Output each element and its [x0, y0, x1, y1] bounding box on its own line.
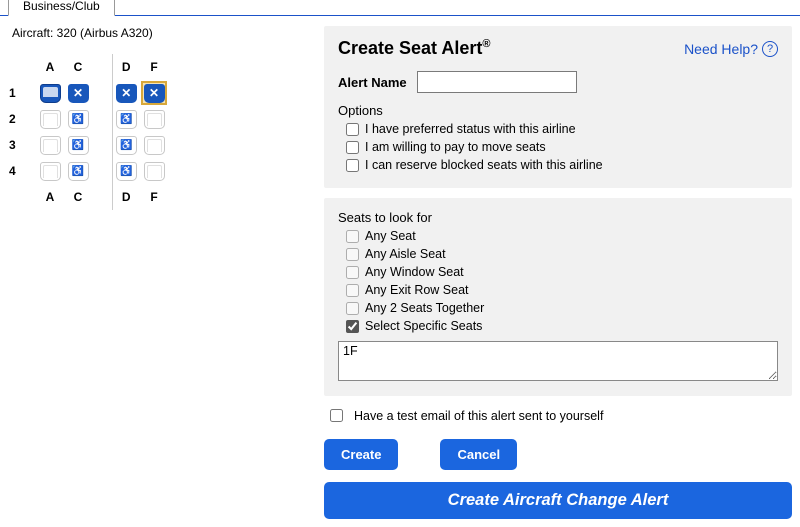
tab-label: Business/Club [23, 0, 100, 13]
row-number: 4 [8, 158, 36, 184]
seat-3C[interactable] [68, 136, 89, 155]
seats-heading: Seats to look for [338, 210, 778, 225]
col-footer: A [36, 184, 64, 210]
seat-filter-checkbox-0[interactable] [346, 230, 359, 243]
alert-name-input[interactable] [417, 71, 577, 93]
option-checkbox-1[interactable] [346, 141, 359, 154]
seat-2A[interactable] [40, 110, 61, 129]
page-title: Create Seat Alert® [338, 38, 491, 59]
aircraft-label: Aircraft: 320 (Airbus A320) [12, 26, 308, 40]
seat-filter-label: Any Window Seat [365, 265, 464, 279]
seat-filter-checkbox-4[interactable] [346, 302, 359, 315]
col-header: D [112, 54, 140, 80]
row-number: 2 [8, 106, 36, 132]
seat-2D[interactable] [116, 110, 137, 129]
row-number: 1 [8, 80, 36, 106]
seat-4F[interactable] [144, 162, 165, 181]
col-header: A [36, 54, 64, 80]
seat-3D[interactable] [116, 136, 137, 155]
seat-2C[interactable] [68, 110, 89, 129]
seat-filter-checkbox-3[interactable] [346, 284, 359, 297]
seat-3F[interactable] [144, 136, 165, 155]
seat-4D[interactable] [116, 162, 137, 181]
specific-seats-input[interactable] [338, 341, 778, 381]
col-header: F [140, 54, 168, 80]
cancel-button[interactable]: Cancel [440, 439, 517, 470]
create-button[interactable]: Create [324, 439, 398, 470]
col-footer: D [112, 184, 140, 210]
test-email-label: Have a test email of this alert sent to … [354, 409, 603, 423]
option-label: I have preferred status with this airlin… [365, 122, 576, 136]
help-icon: ? [762, 41, 778, 57]
seat-3A[interactable] [40, 136, 61, 155]
seat-1D[interactable] [116, 84, 137, 103]
col-header: C [64, 54, 92, 80]
seat-filter-checkbox-2[interactable] [346, 266, 359, 279]
need-help-link[interactable]: Need Help? ? [684, 41, 778, 57]
seat-1A[interactable] [40, 84, 61, 103]
create-aircraft-change-alert-button[interactable]: Create Aircraft Change Alert [324, 482, 792, 519]
seat-filter-checkbox-1[interactable] [346, 248, 359, 261]
seat-2F[interactable] [144, 110, 165, 129]
seat-1C[interactable] [68, 84, 89, 103]
seat-filter-label: Any 2 Seats Together [365, 301, 484, 315]
test-email-checkbox[interactable] [330, 409, 343, 422]
option-label: I can reserve blocked seats with this ai… [365, 158, 603, 172]
tab-business-club[interactable]: Business/Club [8, 0, 115, 16]
seat-filter-label: Any Seat [365, 229, 416, 243]
col-footer: F [140, 184, 168, 210]
option-label: I am willing to pay to move seats [365, 140, 546, 154]
seat-4A[interactable] [40, 162, 61, 181]
col-footer: C [64, 184, 92, 210]
seat-filter-label: Any Aisle Seat [365, 247, 446, 261]
need-help-label: Need Help? [684, 41, 758, 57]
option-checkbox-2[interactable] [346, 159, 359, 172]
option-checkbox-0[interactable] [346, 123, 359, 136]
seat-filter-checkbox-5[interactable] [346, 320, 359, 333]
alert-name-label: Alert Name [338, 75, 407, 90]
row-number: 3 [8, 132, 36, 158]
seat-filter-label: Any Exit Row Seat [365, 283, 469, 297]
seat-filter-label: Select Specific Seats [365, 319, 482, 333]
seat-selected-1F[interactable] [141, 81, 167, 105]
seat-1F[interactable] [144, 84, 165, 103]
options-heading: Options [338, 103, 778, 118]
seat-4C[interactable] [68, 162, 89, 181]
seat-map: A C D F 1234 A C D F [8, 54, 168, 210]
